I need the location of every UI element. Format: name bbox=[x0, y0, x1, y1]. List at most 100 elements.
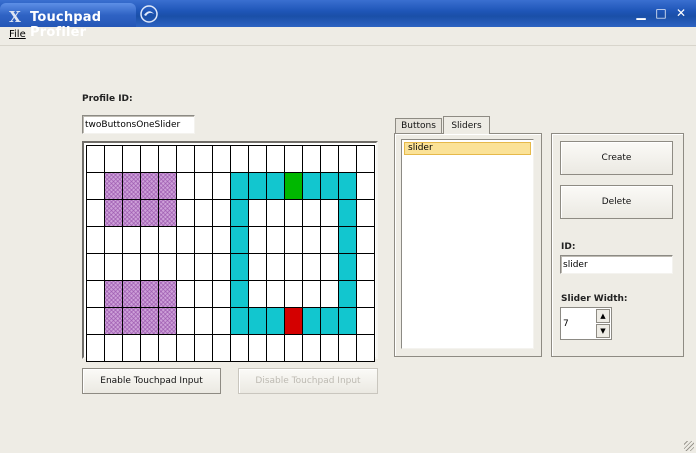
list-item[interactable]: slider bbox=[404, 142, 531, 155]
grid-cell[interactable] bbox=[266, 307, 285, 335]
grid-cell[interactable] bbox=[158, 145, 177, 173]
grid-cell[interactable] bbox=[86, 307, 105, 335]
grid-cell[interactable] bbox=[356, 226, 375, 254]
disable-touchpad-button[interactable]: Disable Touchpad Input bbox=[238, 368, 378, 394]
grid-cell[interactable] bbox=[140, 172, 159, 200]
grid-cell[interactable] bbox=[320, 199, 339, 227]
grid-cell[interactable] bbox=[140, 307, 159, 335]
spin-up-icon[interactable]: ▲ bbox=[596, 309, 610, 323]
grid-cell[interactable] bbox=[230, 334, 249, 362]
grid-cell[interactable] bbox=[230, 199, 249, 227]
create-button[interactable]: Create bbox=[560, 141, 673, 175]
grid-cell[interactable] bbox=[266, 334, 285, 362]
grid-cell[interactable] bbox=[86, 334, 105, 362]
grid-cell[interactable] bbox=[212, 307, 231, 335]
grid-cell[interactable] bbox=[194, 280, 213, 308]
grid-cell[interactable] bbox=[266, 253, 285, 281]
grid-cell[interactable] bbox=[176, 226, 195, 254]
grid-cell[interactable] bbox=[302, 307, 321, 335]
grid-cell[interactable] bbox=[338, 199, 357, 227]
grid-cell[interactable] bbox=[320, 172, 339, 200]
grid-cell[interactable] bbox=[104, 199, 123, 227]
enable-touchpad-button[interactable]: Enable Touchpad Input bbox=[82, 368, 221, 394]
grid-cell[interactable] bbox=[104, 307, 123, 335]
grid-cell[interactable] bbox=[266, 172, 285, 200]
grid-cell[interactable] bbox=[338, 334, 357, 362]
grid-cell[interactable] bbox=[248, 280, 267, 308]
grid-cell[interactable] bbox=[176, 253, 195, 281]
grid-cell[interactable] bbox=[194, 334, 213, 362]
grid-cell[interactable] bbox=[140, 253, 159, 281]
minimize-icon[interactable]: ▁ bbox=[634, 6, 648, 20]
grid-cell[interactable] bbox=[284, 199, 303, 227]
grid-cell[interactable] bbox=[158, 199, 177, 227]
grid-cell[interactable] bbox=[194, 226, 213, 254]
grid-cell[interactable] bbox=[338, 307, 357, 335]
swirl-icon[interactable] bbox=[140, 5, 158, 23]
grid-cell[interactable] bbox=[338, 226, 357, 254]
grid-cell[interactable] bbox=[284, 172, 303, 200]
grid-cell[interactable] bbox=[176, 199, 195, 227]
grid-cell[interactable] bbox=[122, 280, 141, 308]
grid-cell[interactable] bbox=[230, 226, 249, 254]
touchpad-grid[interactable] bbox=[82, 141, 378, 362]
grid-cell[interactable] bbox=[248, 172, 267, 200]
grid-cell[interactable] bbox=[122, 253, 141, 281]
grid-cell[interactable] bbox=[302, 199, 321, 227]
grid-cell[interactable] bbox=[230, 253, 249, 281]
grid-cell[interactable] bbox=[194, 145, 213, 173]
slider-width-spinner[interactable]: 7 ▲ ▼ bbox=[560, 307, 612, 340]
grid-cell[interactable] bbox=[356, 307, 375, 335]
grid-cell[interactable] bbox=[176, 145, 195, 173]
maximize-icon[interactable]: □ bbox=[654, 6, 668, 20]
grid-cell[interactable] bbox=[158, 253, 177, 281]
grid-cell[interactable] bbox=[104, 226, 123, 254]
title-tab[interactable]: X Touchpad Profiler bbox=[0, 3, 136, 40]
grid-cell[interactable] bbox=[158, 307, 177, 335]
grid-cell[interactable] bbox=[248, 226, 267, 254]
grid-cell[interactable] bbox=[284, 307, 303, 335]
grid-cell[interactable] bbox=[266, 226, 285, 254]
grid-cell[interactable] bbox=[140, 280, 159, 308]
grid-cell[interactable] bbox=[212, 253, 231, 281]
grid-cell[interactable] bbox=[320, 334, 339, 362]
grid-cell[interactable] bbox=[338, 280, 357, 308]
grid-cell[interactable] bbox=[338, 145, 357, 173]
grid-cell[interactable] bbox=[86, 280, 105, 308]
tab-buttons[interactable]: Buttons bbox=[395, 118, 442, 134]
grid-cell[interactable] bbox=[356, 172, 375, 200]
grid-cell[interactable] bbox=[194, 172, 213, 200]
grid-cell[interactable] bbox=[104, 172, 123, 200]
menu-file[interactable]: File bbox=[9, 29, 26, 40]
grid-cell[interactable] bbox=[320, 307, 339, 335]
grid-cell[interactable] bbox=[248, 145, 267, 173]
grid-cell[interactable] bbox=[158, 334, 177, 362]
grid-cell[interactable] bbox=[302, 145, 321, 173]
sliders-list[interactable]: slider bbox=[401, 139, 534, 349]
grid-cell[interactable] bbox=[194, 199, 213, 227]
grid-cell[interactable] bbox=[284, 226, 303, 254]
grid-cell[interactable] bbox=[140, 145, 159, 173]
grid-cell[interactable] bbox=[176, 307, 195, 335]
grid-cell[interactable] bbox=[212, 199, 231, 227]
grid-cell[interactable] bbox=[320, 280, 339, 308]
grid-cell[interactable] bbox=[122, 199, 141, 227]
grid-cell[interactable] bbox=[320, 253, 339, 281]
grid-cell[interactable] bbox=[212, 145, 231, 173]
grid-cell[interactable] bbox=[104, 280, 123, 308]
grid-cell[interactable] bbox=[86, 199, 105, 227]
grid-cell[interactable] bbox=[122, 307, 141, 335]
grid-cell[interactable] bbox=[356, 145, 375, 173]
resize-grip-icon[interactable] bbox=[684, 441, 694, 451]
grid-cell[interactable] bbox=[212, 280, 231, 308]
grid-cell[interactable] bbox=[212, 172, 231, 200]
grid-cell[interactable] bbox=[122, 226, 141, 254]
delete-button[interactable]: Delete bbox=[560, 185, 673, 219]
grid-cell[interactable] bbox=[302, 334, 321, 362]
grid-cell[interactable] bbox=[158, 226, 177, 254]
grid-cell[interactable] bbox=[86, 145, 105, 173]
spin-down-icon[interactable]: ▼ bbox=[596, 324, 610, 338]
grid-cell[interactable] bbox=[194, 253, 213, 281]
grid-cell[interactable] bbox=[248, 334, 267, 362]
grid-cell[interactable] bbox=[266, 199, 285, 227]
